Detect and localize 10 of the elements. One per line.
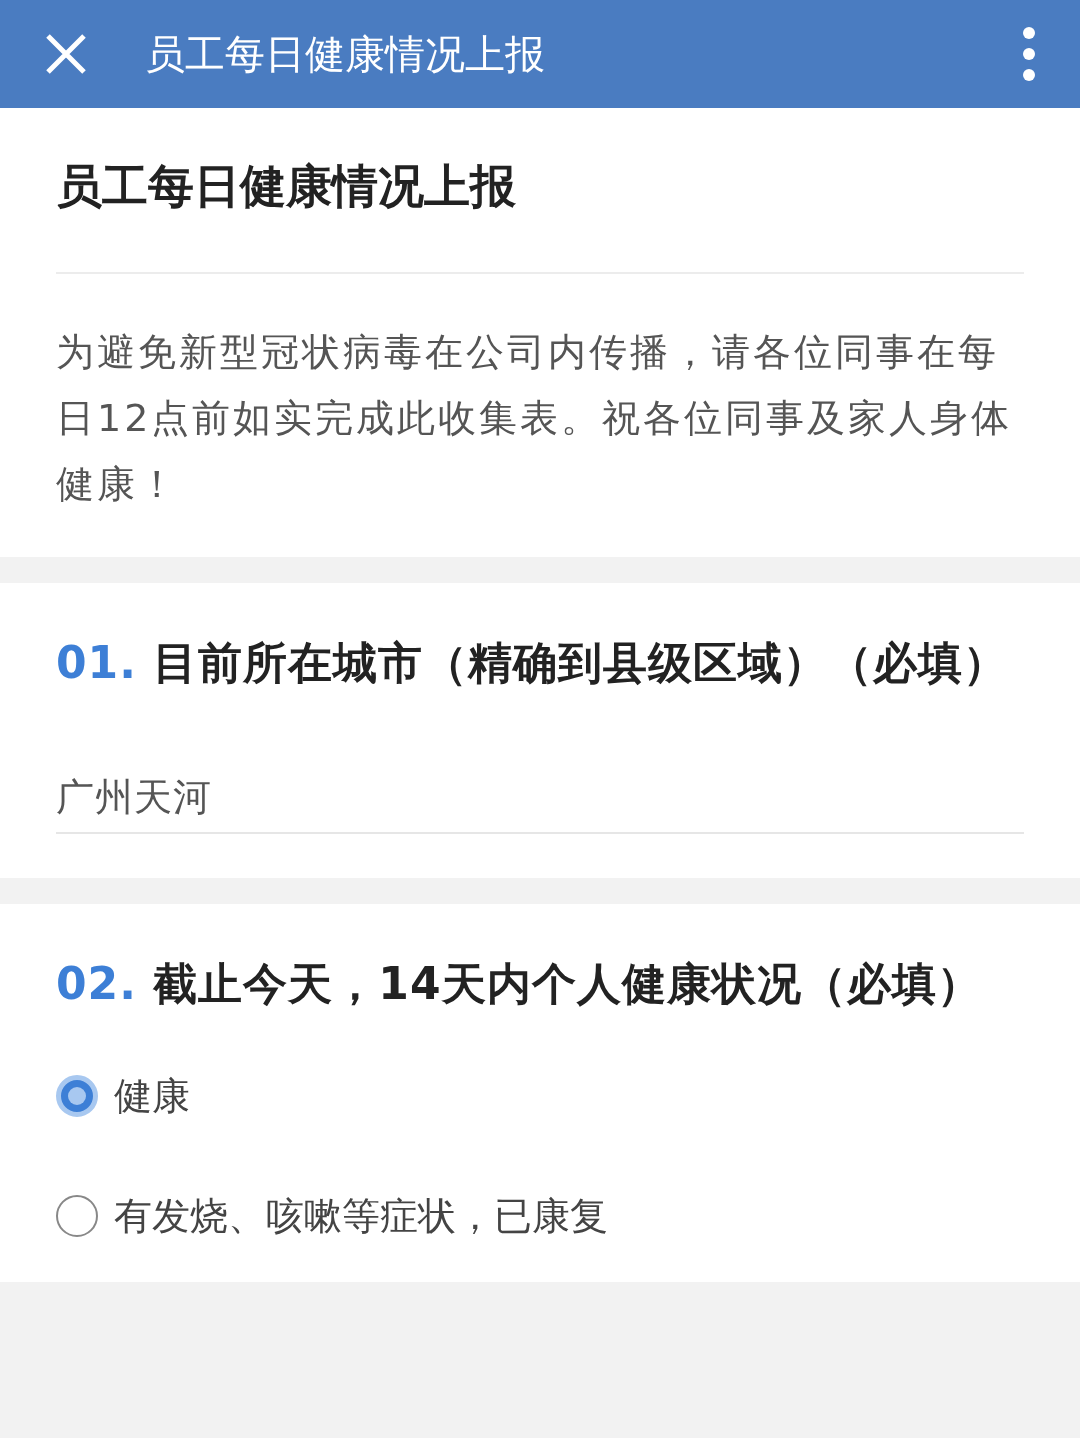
form-title: 员工每日健康情况上报 [56, 158, 517, 215]
question-title: 02. 截止今天，14天内个人健康状况（必填） [56, 957, 983, 1011]
close-icon[interactable] [44, 32, 88, 76]
form-description: 为避免新型冠状病毒在公司内传播，请各位同事在每日12点前如实完成此收集表。祝各位同事及家人身体健康！ [56, 329, 1014, 508]
answer-field[interactable]: 广州天河 [56, 769, 1024, 834]
window-title: 员工每日健康情况上报 [145, 30, 546, 79]
radio-option[interactable]: 有发烧、咳嗽等症状，已康复 [56, 1194, 1024, 1238]
more-menu-icon[interactable] [1022, 26, 1036, 82]
question-title: 01. 目前所在城市（精确到县级区域）（必填） [56, 636, 1010, 690]
radio-option[interactable]: 健康 [56, 1074, 1024, 1118]
